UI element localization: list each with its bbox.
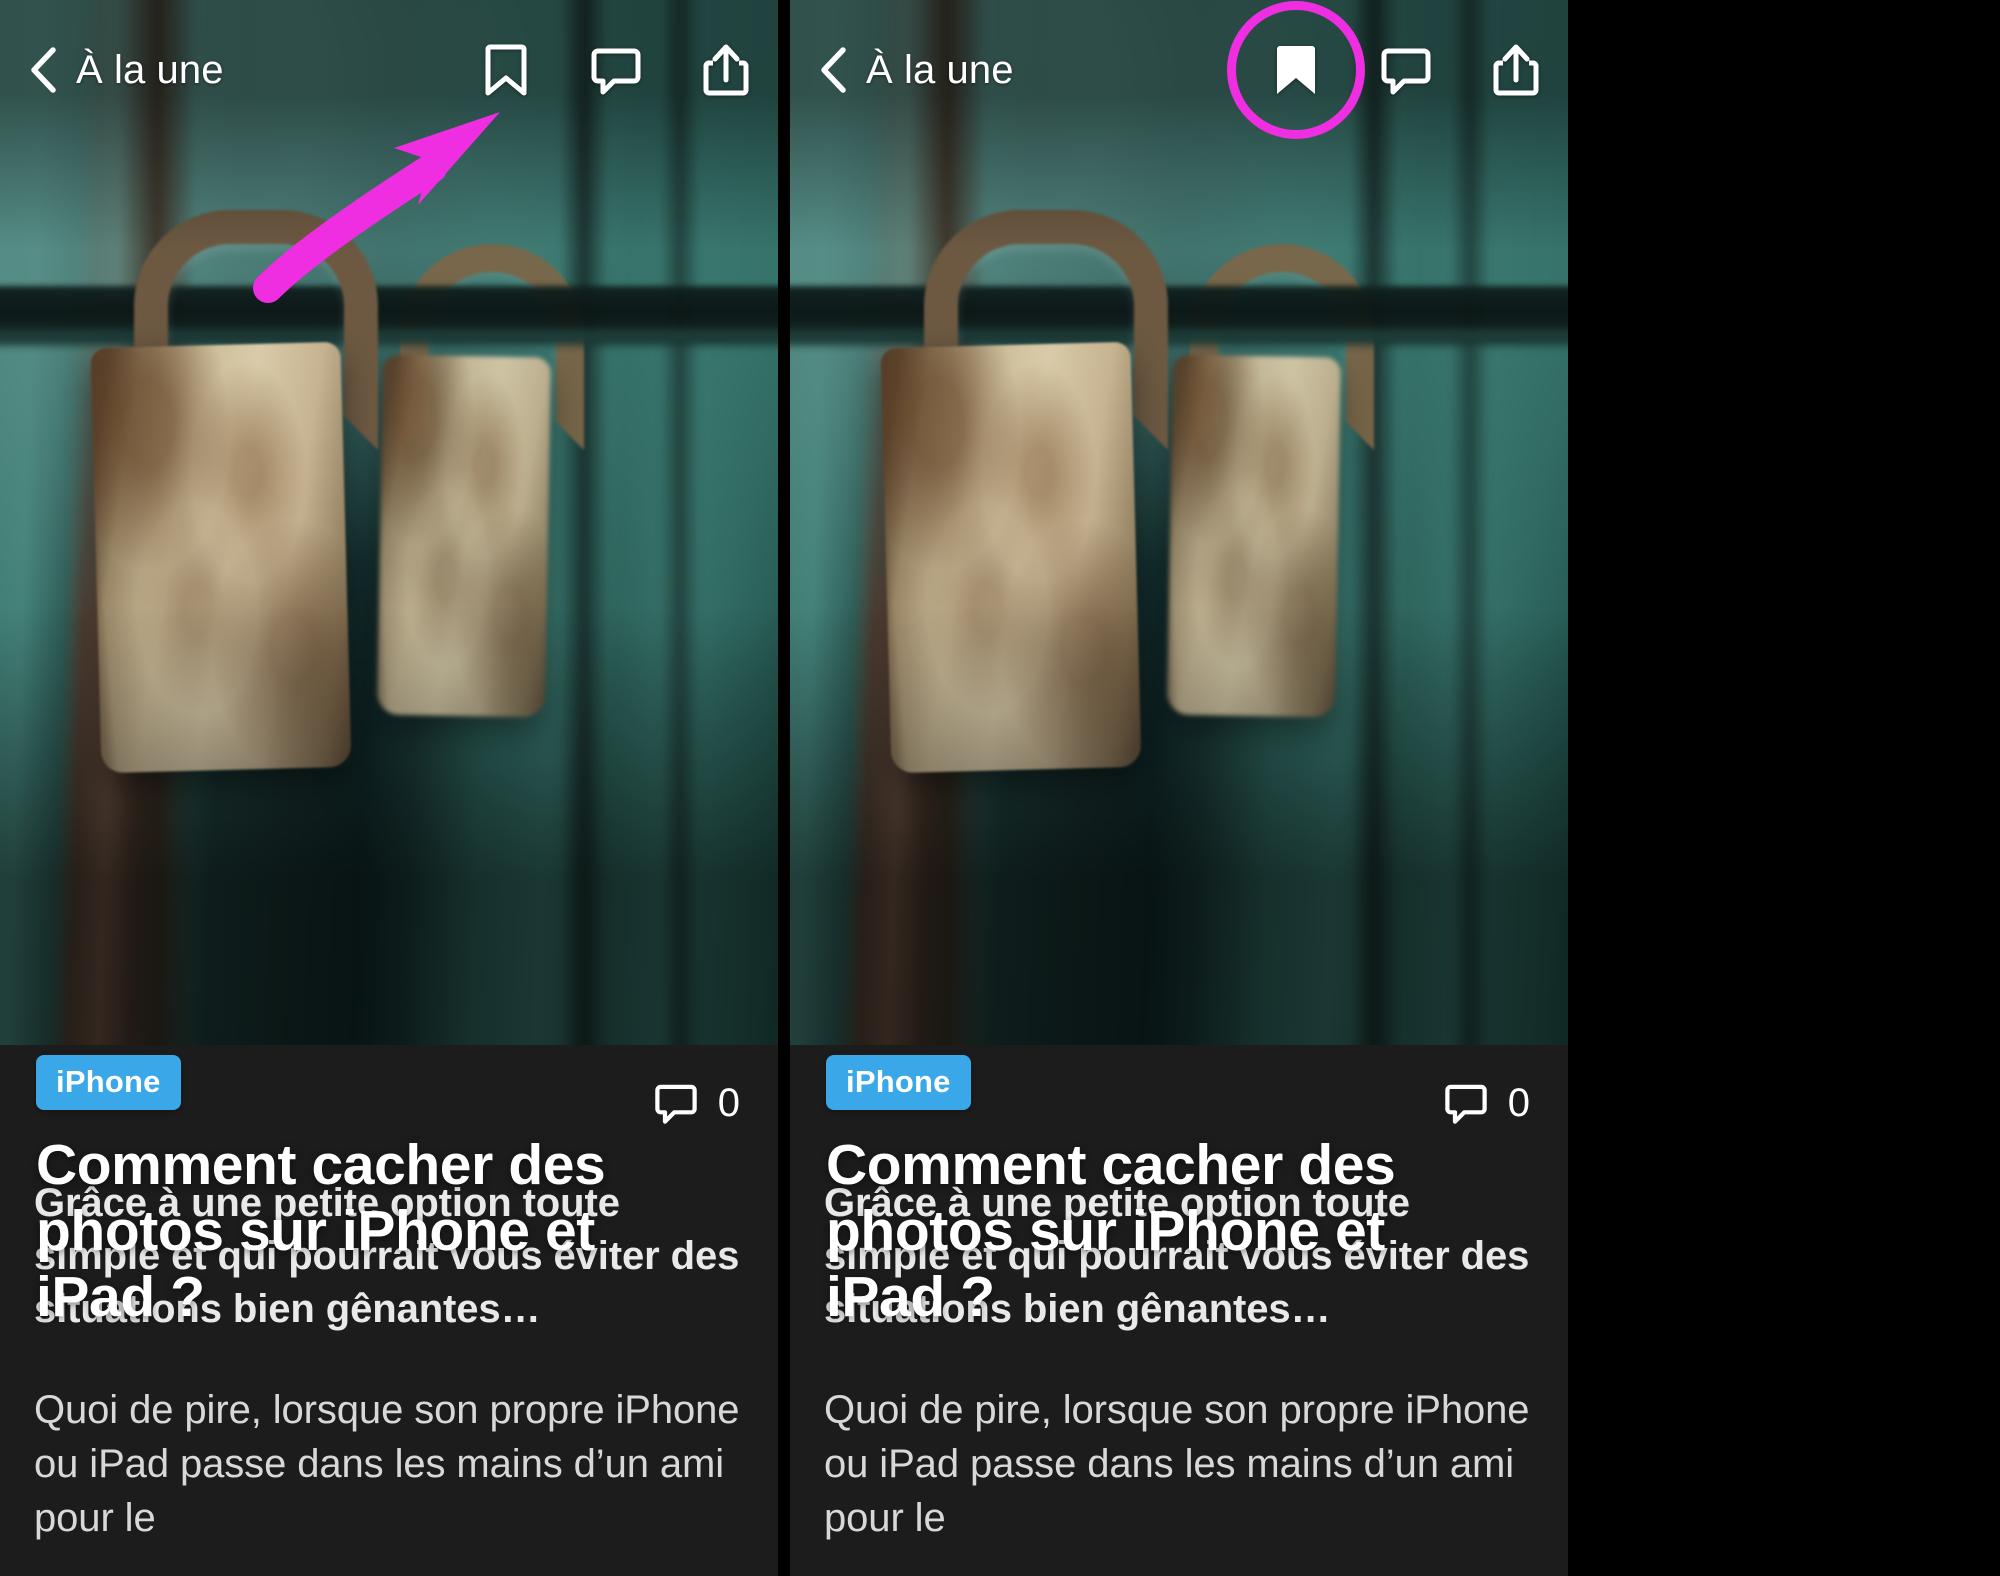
panel-divider (778, 0, 790, 1576)
article-headline-block: iPhone Comment cacher des photos sur iPh… (36, 1054, 742, 1330)
chevron-left-icon (818, 46, 848, 94)
article-paragraph: Quoi de pire, lorsque son propre iPhone … (34, 1388, 740, 1541)
comparison-screenshot: À la une iPhone Comment cacher des photo… (0, 0, 2000, 1576)
top-navigation-bar: À la une (790, 0, 1568, 140)
comment-icon (590, 44, 642, 96)
back-button[interactable]: À la une (28, 46, 224, 94)
bookmark-icon (483, 42, 529, 98)
panel-before: À la une iPhone Comment cacher des photo… (0, 0, 778, 1576)
category-badge[interactable]: iPhone (36, 1054, 181, 1110)
panel-after: À la une iPhone Comment cacher des photo… (790, 0, 1568, 1576)
share-button[interactable] (1490, 41, 1542, 99)
share-icon (1492, 42, 1540, 98)
comment-button[interactable] (590, 41, 642, 99)
nav-title: À la une (76, 47, 224, 92)
nav-actions (1227, 1, 1542, 139)
article-headline-block: iPhone Comment cacher des photos sur iPh… (826, 1054, 1532, 1330)
comment-button[interactable] (1380, 41, 1432, 99)
nav-title: À la une (866, 47, 1014, 92)
hero-photo-vignette (790, 0, 1568, 1045)
bookmark-button[interactable] (480, 41, 532, 99)
top-navigation-bar: À la une (0, 0, 778, 140)
share-icon (702, 42, 750, 98)
article-title: Comment cacher des photos sur iPhone et … (826, 1132, 1396, 1329)
nav-actions (480, 41, 752, 99)
bookmark-button[interactable] (1227, 1, 1365, 139)
article-paragraph: Quoi de pire, lorsque son propre iPhone … (824, 1388, 1530, 1541)
article-hero-image (790, 0, 1568, 1045)
article-hero-image (0, 0, 778, 1045)
hero-photo-vignette (0, 0, 778, 1045)
category-badge[interactable]: iPhone (826, 1054, 971, 1110)
article-title: Comment cacher des photos sur iPhone et … (36, 1132, 606, 1329)
back-button[interactable]: À la une (818, 46, 1014, 94)
bookmark-icon-filled (1273, 42, 1319, 98)
share-button[interactable] (700, 41, 752, 99)
comment-icon (1380, 44, 1432, 96)
chevron-left-icon (28, 46, 58, 94)
